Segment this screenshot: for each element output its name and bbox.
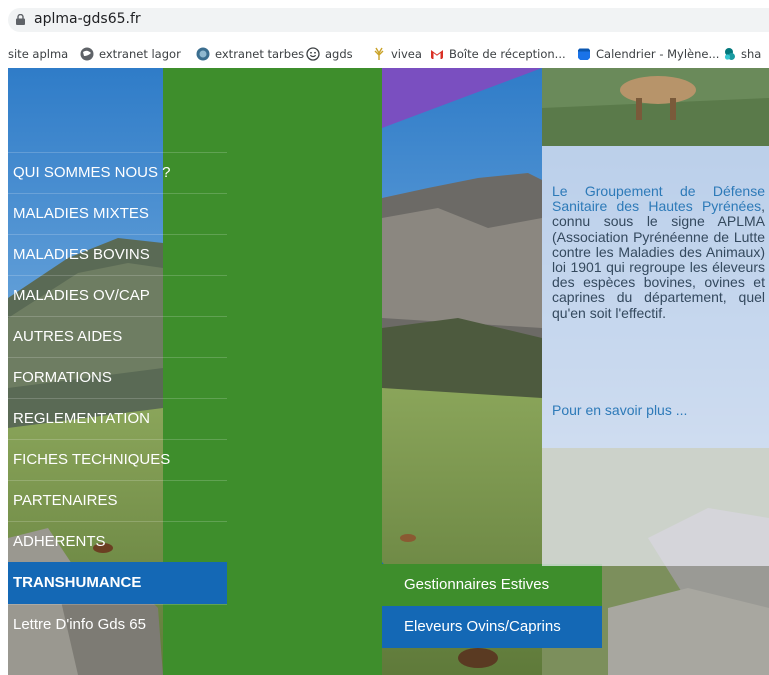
menu-item-maladies-mixtes[interactable]: MALADIES MIXTES	[8, 193, 227, 234]
bookmark-extranet-tarbes[interactable]: extranet tarbes	[196, 47, 304, 61]
bookmark-label: extranet lagor	[99, 47, 181, 61]
menu-item-label: Lettre D'info Gds 65	[13, 616, 146, 633]
bookmark-vivea[interactable]: vivea	[372, 47, 422, 61]
menu-item-label: PARTENAIRES	[13, 492, 118, 509]
smiley-icon	[306, 47, 320, 61]
menu-item-partenaires[interactable]: PARTENAIRES	[8, 480, 227, 521]
menu-item-formations[interactable]: FORMATIONS	[8, 357, 227, 398]
submenu-item-eleveurs-ovins-caprins[interactable]: Eleveurs Ovins/Caprins	[382, 606, 602, 648]
intro-rest: , connu sous le signe APLMA (Association…	[552, 198, 765, 321]
submenu-item-gestionnaires-estives[interactable]: Gestionnaires Estives	[382, 564, 602, 606]
bookmark-label: extranet tarbes	[215, 47, 305, 61]
menu-item-adherents[interactable]: ADHERENTS	[8, 521, 227, 562]
menu-item-label: FORMATIONS	[13, 369, 112, 386]
bookmark-label: sha	[741, 47, 762, 61]
bookmark-site-aplma[interactable]: site aplma	[8, 47, 68, 61]
menu-item-label: ADHERENTS	[13, 533, 106, 550]
bookmark-extranet-lagor[interactable]: extranet lagor	[80, 47, 181, 61]
menu-item-label: TRANSHUMANCE	[13, 574, 142, 591]
sharepoint-icon	[724, 48, 735, 60]
globe-icon	[196, 47, 210, 61]
menu-item-autres-aides[interactable]: AUTRES AIDES	[8, 316, 227, 357]
address-bar: aplma-gds65.fr	[0, 0, 769, 38]
bookmark-agds[interactable]: agds	[306, 47, 353, 61]
menu-item-label: MALADIES OV/CAP	[13, 287, 150, 304]
menu-item-qui-sommes-nous[interactable]: QUI SOMMES NOUS ?	[8, 152, 227, 193]
bookmark-label: Calendrier - Mylène...	[596, 47, 720, 61]
menu-item-label: AUTRES AIDES	[13, 328, 123, 345]
bookmarks-bar: site aplma extranet lagor extranet tarbe…	[0, 40, 769, 68]
bookmark-label: Boîte de réception...	[449, 47, 566, 61]
menu-item-lettre-info[interactable]: Lettre D'info Gds 65	[8, 604, 227, 645]
calendar-icon	[578, 48, 590, 60]
bookmark-label: site aplma	[8, 47, 69, 61]
intro-highlight[interactable]: Le Groupement de Défense Sanitaire des H…	[552, 183, 765, 214]
bookmark-sharepoint[interactable]: sha	[722, 47, 761, 61]
menu-item-reglementation[interactable]: REGLEMENTATION	[8, 398, 227, 439]
bookmark-label: agds	[325, 47, 353, 61]
purple-accent-shape	[382, 68, 542, 128]
menu-item-label: FICHES TECHNIQUES	[13, 451, 171, 468]
gmail-icon	[431, 50, 443, 59]
bookmark-gmail[interactable]: Boîte de réception...	[430, 47, 566, 61]
bookmark-calendrier[interactable]: Calendrier - Mylène...	[577, 47, 719, 61]
intro-text: Le Groupement de Défense Sanitaire des H…	[552, 183, 765, 321]
submenu-item-label: Gestionnaires Estives	[404, 576, 550, 593]
menu-item-maladies-ovcap[interactable]: MALADIES OV/CAP	[8, 275, 227, 316]
menu-item-label: MALADIES BOVINS	[13, 246, 150, 263]
read-more-link[interactable]: Pour en savoir plus ...	[552, 402, 687, 418]
menu-item-label: REGLEMENTATION	[13, 410, 150, 427]
menu-item-fiches-techniques[interactable]: FICHES TECHNIQUES	[8, 439, 227, 480]
vivea-icon	[374, 47, 384, 60]
page-viewport: QUI SOMMES NOUS ? MALADIES MIXTES MALADI…	[8, 68, 769, 675]
menu-item-label: MALADIES MIXTES	[13, 205, 149, 222]
bookmark-label: vivea	[391, 47, 422, 61]
menu-item-maladies-bovins[interactable]: MALADIES BOVINS	[8, 234, 227, 275]
lock-icon[interactable]	[16, 14, 25, 25]
menu-item-label: QUI SOMMES NOUS ?	[13, 164, 171, 181]
url-text[interactable]: aplma-gds65.fr	[34, 11, 141, 27]
submenu-item-label: Eleveurs Ovins/Caprins	[404, 618, 561, 635]
menu-item-transhumance[interactable]: TRANSHUMANCE	[8, 562, 227, 604]
globe-icon	[80, 47, 94, 61]
